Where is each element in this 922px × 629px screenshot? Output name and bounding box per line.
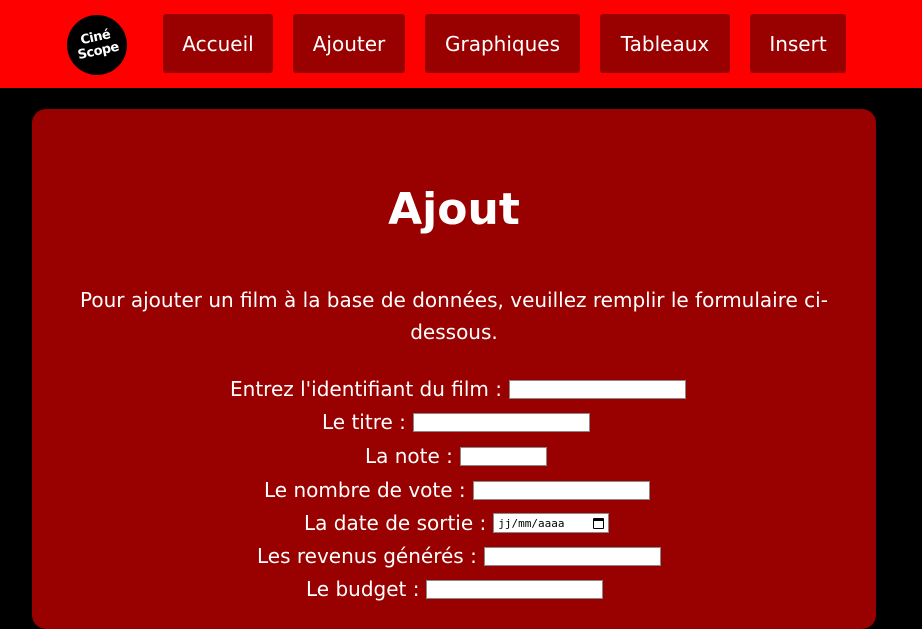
title-label: Le titre : xyxy=(322,410,406,434)
form-row-votes: Le nombre de vote : xyxy=(264,475,650,505)
form-row-date: La date de sortie : jj/mm/aaaa xyxy=(304,508,610,538)
note-label: La note : xyxy=(365,444,453,468)
page-title: Ajout xyxy=(388,184,520,235)
revenue-label: Les revenus générés : xyxy=(257,544,477,568)
nav-button-insert[interactable]: Insert xyxy=(750,14,846,73)
id-label: Entrez l'identifiant du film : xyxy=(230,377,502,401)
budget-label: Le budget : xyxy=(306,577,420,601)
release-date-input[interactable]: jj/mm/aaaa xyxy=(493,513,610,533)
nav-button-accueil[interactable]: Accueil xyxy=(163,14,273,73)
form-row-title: Le titre : xyxy=(322,407,590,437)
film-title-input[interactable] xyxy=(412,412,590,432)
film-id-input[interactable] xyxy=(508,379,686,399)
form-row-budget: Le budget : xyxy=(306,574,604,604)
calendar-icon[interactable] xyxy=(593,517,605,529)
form-row-id: Entrez l'identifiant du film : xyxy=(230,374,686,404)
date-placeholder: jj/mm/aaaa xyxy=(498,516,565,530)
cinescope-logo[interactable]: Ciné Scope xyxy=(61,9,133,81)
revenue-input[interactable] xyxy=(483,546,661,566)
nav-button-tableaux[interactable]: Tableaux xyxy=(600,14,730,73)
votes-input[interactable] xyxy=(472,480,650,500)
form-row-note: La note : xyxy=(365,441,547,471)
form-row-revenue: Les revenus générés : xyxy=(257,541,661,571)
top-navigation-bar: Ciné Scope Accueil Ajouter Graphiques Ta… xyxy=(0,0,922,88)
votes-label: Le nombre de vote : xyxy=(264,478,466,502)
nav-button-graphiques[interactable]: Graphiques xyxy=(425,14,580,73)
nav-button-ajouter[interactable]: Ajouter xyxy=(293,14,405,73)
note-input[interactable] xyxy=(459,446,547,466)
intro-text: Pour ajouter un film à la base de donnée… xyxy=(80,288,828,344)
date-label: La date de sortie : xyxy=(304,511,487,535)
budget-input[interactable] xyxy=(426,579,604,599)
